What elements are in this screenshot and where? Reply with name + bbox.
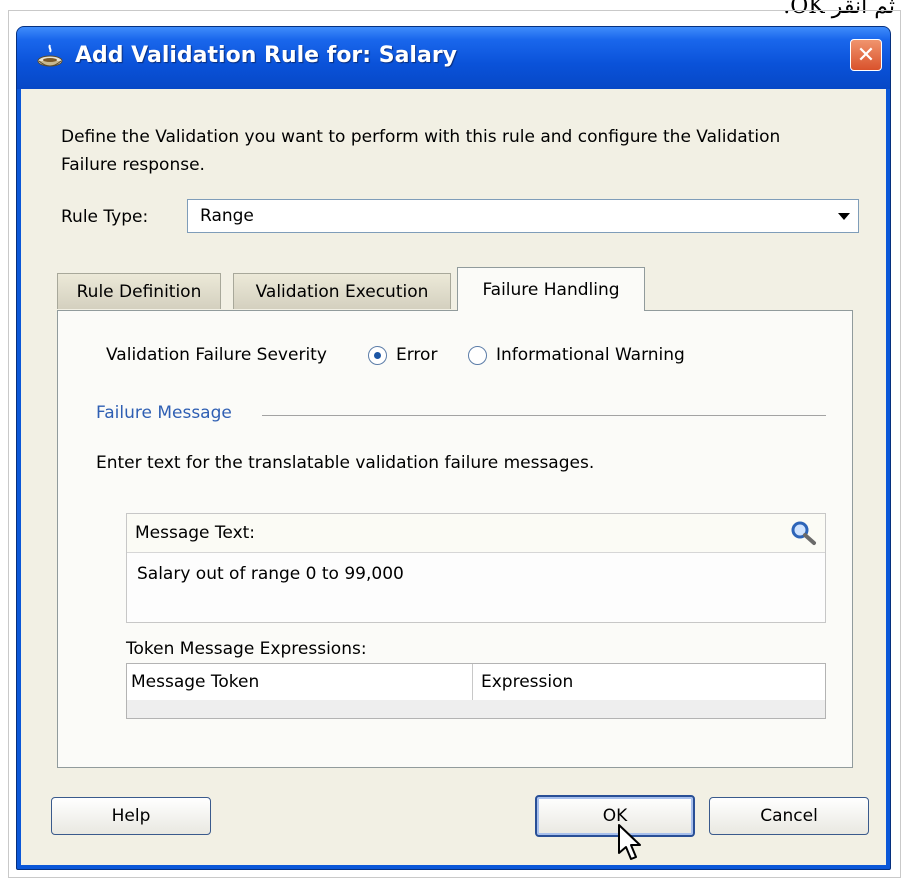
chevron-down-icon[interactable] [838, 213, 850, 220]
section-divider [262, 415, 826, 416]
token-expressions-label: Token Message Expressions: [126, 639, 367, 659]
failure-message-heading: Failure Message [96, 403, 232, 423]
tab-label: Rule Definition [76, 281, 202, 302]
tab-label: Failure Handling [482, 279, 620, 300]
informational-warning-radio-label[interactable]: Informational Warning [496, 345, 685, 365]
rule-type-label: Rule Type: [61, 207, 149, 227]
jdeveloper-cup-icon [37, 44, 63, 67]
dialog-description: Define the Validation you want to perfor… [61, 127, 781, 175]
help-button[interactable]: Help [51, 797, 211, 835]
severity-label: Validation Failure Severity [106, 345, 327, 365]
dialog-body: Define the Validation you want to perfor… [21, 89, 886, 865]
tab-rule-definition[interactable]: Rule Definition [57, 273, 221, 309]
search-icon[interactable] [789, 520, 817, 546]
informational-warning-radio[interactable] [468, 346, 487, 365]
close-icon: ✕ [856, 42, 876, 68]
dialog-title: Add Validation Rule for: Salary [75, 43, 458, 68]
close-button[interactable]: ✕ [850, 39, 882, 71]
column-header-expression[interactable]: Expression [481, 672, 573, 692]
ok-button[interactable]: OK [535, 795, 695, 837]
mouse-pointer-icon [618, 824, 641, 860]
cancel-button[interactable]: Cancel [709, 797, 869, 835]
radio-selected-dot [374, 352, 381, 359]
rule-type-value: Range [200, 206, 254, 226]
tab-validation-execution[interactable]: Validation Execution [233, 273, 451, 309]
title-bar[interactable]: Add Validation Rule for: Salary ✕ [17, 27, 890, 89]
cancel-button-label: Cancel [760, 806, 818, 826]
validation-rule-dialog: Add Validation Rule for: Salary ✕ Define… [16, 26, 891, 870]
table-header: Message Token Expression [127, 664, 825, 701]
failure-handling-panel: Validation Failure Severity Error Inform… [57, 310, 853, 768]
column-header-message-token[interactable]: Message Token [131, 672, 259, 692]
error-radio-label[interactable]: Error [396, 345, 437, 365]
message-text-value[interactable]: Salary out of range 0 to 99,000 [137, 564, 404, 584]
column-separator [472, 664, 473, 700]
failure-message-instructions: Enter text for the translatable validati… [96, 453, 595, 473]
message-text-editor[interactable]: Message Text: Salary out of range 0 to 9… [126, 513, 826, 623]
rule-type-dropdown[interactable]: Range [187, 199, 859, 233]
message-text-header: Message Text: [127, 514, 825, 553]
message-text-label: Message Text: [135, 523, 256, 543]
tab-failure-handling[interactable]: Failure Handling [457, 267, 645, 311]
token-expressions-table[interactable]: Message Token Expression [126, 663, 826, 719]
table-empty-row [127, 700, 825, 718]
help-button-label: Help [111, 806, 151, 826]
error-radio[interactable] [368, 346, 387, 365]
tab-label: Validation Execution [255, 281, 429, 302]
